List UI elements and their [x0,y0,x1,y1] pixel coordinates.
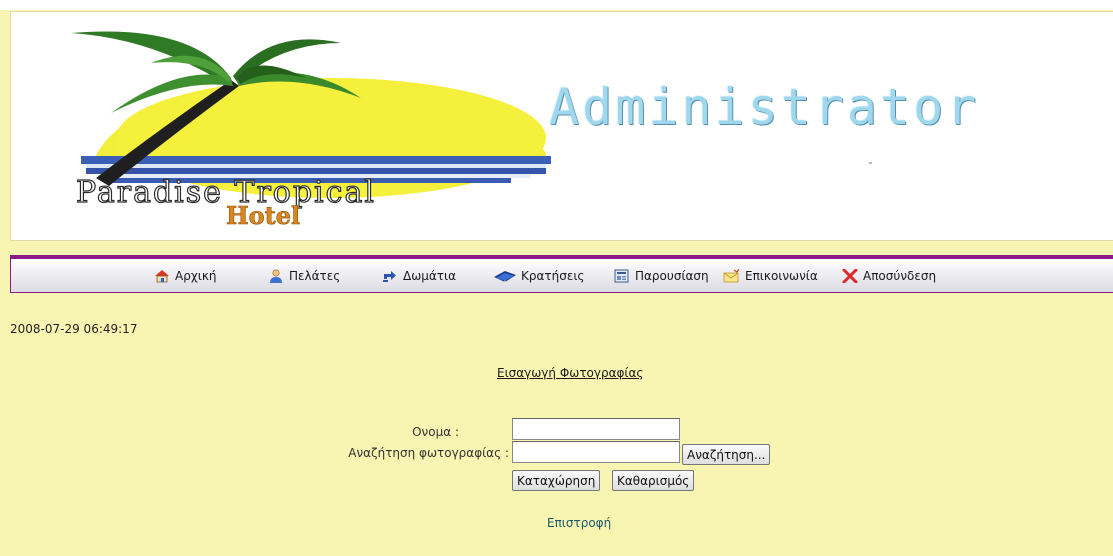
nav-label-customers: Πελάτες [289,269,341,283]
nav-item-customers[interactable]: Πελάτες [267,269,340,283]
header-dot [869,162,872,164]
timestamp: 2008-07-29 06:49:17 [10,322,138,336]
photo-search-label: Αναζήτηση φωτογραφίας : [348,446,509,460]
nav-item-presentation[interactable]: Παρουσίαση [613,269,709,283]
nav-label-presentation: Παρουσίαση [635,269,709,283]
nav-item-bookings[interactable]: Κρατήσεις [493,269,584,283]
logo-text-hotel: Hotel [226,201,300,230]
nav-label-rooms: Δωμάτια [403,269,456,283]
submit-button[interactable]: Καταχώρηση [512,470,601,491]
nav-item-contact[interactable]: Επικοινωνία [723,269,818,283]
nav-item-rooms[interactable]: Δωμάτια [381,269,456,283]
nav-item-home[interactable]: Αρχική [153,269,217,283]
name-input[interactable] [512,418,680,440]
nav-label-contact: Επικοινωνία [745,269,818,283]
main-nav-bar: Αρχική Πελάτες Δωμάτια Κρατήσεις Παρουσί… [10,255,1113,293]
browse-button[interactable]: Αναζήτηση... [682,444,771,465]
back-link[interactable]: Επιστροφή [547,516,611,530]
nav-label-logout: Αποσύνδεση [863,269,937,283]
hotel-logo: Paradise Tropical Hotel [71,31,551,230]
presentation-icon [613,269,631,283]
photo-file-input[interactable] [512,441,680,463]
admin-title: Administrator [549,78,980,136]
reset-button[interactable]: Καθαρισμός [612,470,695,491]
nav-label-home: Αρχική [175,269,217,283]
book-icon [493,269,517,283]
contact-envelope-icon [723,269,741,283]
user-icon [267,269,285,283]
header-banner: Paradise Tropical Hotel Administrator [10,11,1113,241]
home-icon [153,269,171,283]
rooms-arrows-icon [381,269,399,283]
nav-item-logout[interactable]: Αποσύνδεση [841,269,936,283]
form-title: Εισαγωγή Φωτογραφίας [497,366,644,380]
logout-x-icon [841,269,859,283]
nav-label-bookings: Κρατήσεις [521,269,585,283]
name-label: Ονομα : [412,425,459,439]
